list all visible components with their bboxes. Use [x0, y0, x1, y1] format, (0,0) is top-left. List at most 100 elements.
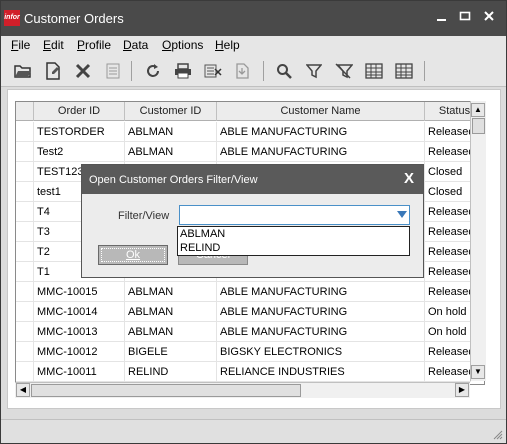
customer-name-cell[interactable]: ABLE MANUFACTURING: [217, 282, 425, 302]
menu-options[interactable]: Options: [162, 38, 203, 52]
chevron-down-icon[interactable]: [397, 211, 407, 218]
table-row[interactable]: MMC-10012 BIGELE BIGSKY ELECTRONICS Release…: [16, 342, 474, 362]
table-row[interactable]: MMC-10014 ABLMAN ABLE MANUFACTURING On hold: [16, 302, 471, 322]
table-row[interactable]: MMC-10013 ABLMAN ABLE MANUFACTURING On hold: [16, 322, 471, 342]
delete-button[interactable]: [72, 60, 94, 82]
print-button[interactable]: [172, 60, 194, 82]
clear-filter-icon: [335, 63, 353, 79]
vertical-scroll-thumb[interactable]: [472, 118, 485, 134]
scroll-right-icon[interactable]: ▶: [455, 383, 469, 397]
column-header-customer-name[interactable]: Customer Name: [217, 102, 425, 121]
column-header-order-id[interactable]: Order ID: [34, 102, 125, 121]
customer-id-cell[interactable]: BIGELE: [125, 342, 217, 362]
customer-name-cell[interactable]: RELIANCE INDUSTRIES: [217, 362, 425, 382]
menu-data[interactable]: Data: [123, 38, 148, 52]
menu-bar: File Edit Profile Data Options Help: [1, 36, 506, 55]
maximize-button[interactable]: [455, 9, 475, 27]
customer-id-cell[interactable]: ABLMAN: [125, 142, 217, 162]
order-id-cell[interactable]: Test2: [34, 142, 125, 162]
refresh-icon: [147, 64, 159, 77]
infor-logo: infor: [4, 10, 20, 26]
order-id-cell[interactable]: MMC-10012: [34, 342, 125, 362]
table-row[interactable]: TESTORDER ABLMAN ABLE MANUFACTURING Release…: [16, 122, 474, 142]
menu-file[interactable]: File: [11, 38, 30, 52]
row-selector[interactable]: [16, 142, 34, 162]
list-button[interactable]: [102, 60, 124, 82]
filter-icon: [306, 64, 322, 79]
menu-profile[interactable]: Profile: [77, 38, 111, 52]
print-icon: [175, 63, 191, 79]
table-row[interactable]: MMC-10011 RELIND RELIANCE INDUSTRIES Releas…: [16, 362, 474, 382]
dialog-title-bar: Open Customer Orders Filter/View X: [82, 165, 423, 194]
new-button[interactable]: [42, 60, 64, 82]
delete-icon: [75, 63, 91, 79]
maximize-icon: [459, 11, 471, 21]
horizontal-scroll-thumb[interactable]: [31, 384, 301, 397]
import-button[interactable]: [231, 60, 253, 82]
column-header-customer-id[interactable]: Customer ID: [125, 102, 217, 121]
dialog-close-icon[interactable]: X: [404, 170, 414, 187]
order-id-cell[interactable]: MMC-10015: [34, 282, 125, 302]
vertical-scrollbar[interactable]: ▲ ▼: [470, 101, 486, 381]
dropdown-option[interactable]: RELIND: [180, 242, 220, 254]
grid-icon: [365, 63, 383, 79]
order-id-cell[interactable]: MMC-10013: [34, 322, 125, 342]
row-selector[interactable]: [16, 302, 34, 322]
new-document-icon: [46, 62, 60, 80]
customer-name-cell[interactable]: ABLE MANUFACTURING: [217, 122, 425, 142]
minimize-button[interactable]: [432, 9, 452, 27]
customer-name-cell[interactable]: ABLE MANUFACTURING: [217, 302, 425, 322]
customer-id-cell[interactable]: ABLMAN: [125, 282, 217, 302]
close-icon: [484, 11, 494, 21]
filter-view-combobox[interactable]: [179, 205, 410, 225]
row-selector[interactable]: [16, 362, 34, 382]
row-selector[interactable]: [16, 222, 34, 242]
row-selector[interactable]: [16, 282, 34, 302]
export-button[interactable]: [202, 60, 224, 82]
customer-name-cell[interactable]: BIGSKY ELECTRONICS: [217, 342, 425, 362]
title-bar: infor Customer Orders: [1, 1, 506, 36]
row-selector[interactable]: [16, 182, 34, 202]
search-button[interactable]: [273, 60, 295, 82]
open-folder-icon: [14, 65, 31, 78]
scroll-up-icon[interactable]: ▲: [471, 103, 485, 117]
row-selector[interactable]: [16, 242, 34, 262]
row-selector[interactable]: [16, 322, 34, 342]
filter-button[interactable]: [303, 60, 325, 82]
scroll-left-icon[interactable]: ◀: [16, 383, 30, 397]
customer-id-cell[interactable]: ABLMAN: [125, 322, 217, 342]
horizontal-scrollbar[interactable]: ◀ ▶: [15, 382, 470, 398]
filter-view-dropdown-list: ABLMAN RELIND: [177, 226, 410, 256]
grid-button[interactable]: [363, 60, 385, 82]
toolbar-separator: [131, 61, 132, 81]
table-row[interactable]: MMC-10015 ABLMAN ABLE MANUFACTURING Release…: [16, 282, 474, 302]
row-selector[interactable]: [16, 162, 34, 182]
order-id-cell[interactable]: MMC-10014: [34, 302, 125, 322]
customer-id-cell[interactable]: RELIND: [125, 362, 217, 382]
customer-id-cell[interactable]: ABLMAN: [125, 302, 217, 322]
menu-edit[interactable]: Edit: [43, 38, 64, 52]
table-row[interactable]: Test2 ABLMAN ABLE MANUFACTURING Released: [16, 142, 474, 162]
dropdown-option[interactable]: ABLMAN: [180, 228, 225, 240]
app-window: infor Customer Orders File Edit Profile …: [0, 0, 507, 444]
customer-id-cell[interactable]: ABLMAN: [125, 122, 217, 142]
clear-filter-button[interactable]: [333, 60, 355, 82]
resize-grip-icon[interactable]: [493, 430, 503, 440]
scroll-down-icon[interactable]: ▼: [471, 365, 485, 379]
order-id-cell[interactable]: MMC-10011: [34, 362, 125, 382]
close-button[interactable]: [479, 9, 499, 27]
row-selector[interactable]: [16, 122, 34, 142]
toolbar-separator: [424, 61, 425, 81]
customer-name-cell[interactable]: ABLE MANUFACTURING: [217, 322, 425, 342]
open-button[interactable]: [12, 60, 34, 82]
order-id-cell[interactable]: TESTORDER: [34, 122, 125, 142]
customer-name-cell[interactable]: ABLE MANUFACTURING: [217, 142, 425, 162]
grid-settings-button[interactable]: [393, 60, 415, 82]
row-selector[interactable]: [16, 262, 34, 282]
export-icon: [204, 64, 222, 78]
refresh-button[interactable]: [142, 60, 164, 82]
ok-button[interactable]: Ok: [98, 245, 168, 265]
menu-help[interactable]: Help: [215, 38, 240, 52]
row-selector[interactable]: [16, 342, 34, 362]
row-selector[interactable]: [16, 202, 34, 222]
